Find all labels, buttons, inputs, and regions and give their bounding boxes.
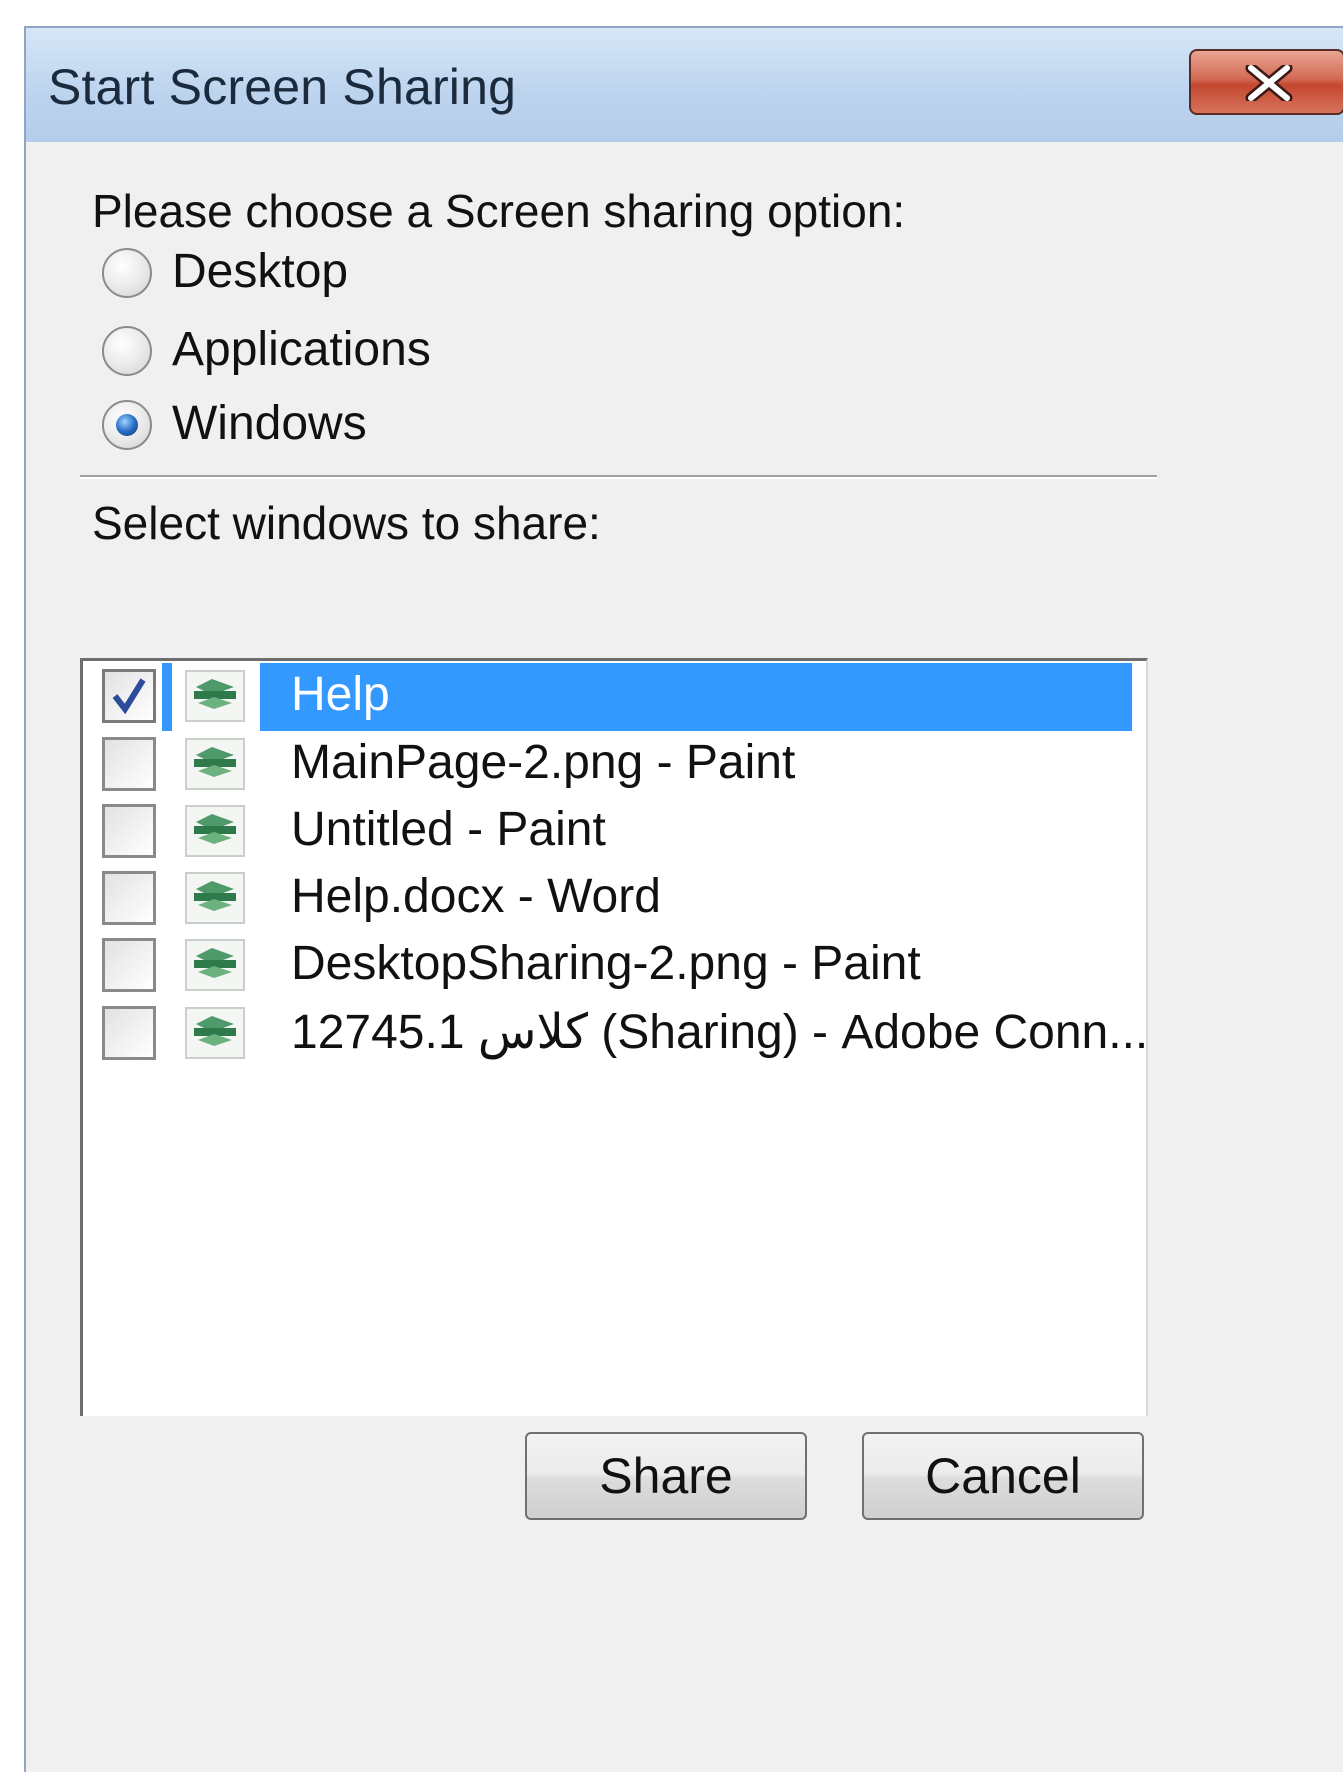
list-item[interactable]: Help — [83, 663, 1146, 731]
application-window-icon — [185, 1007, 245, 1059]
sharing-option-prompt: Please choose a Screen sharing option: — [92, 185, 906, 237]
application-window-icon — [185, 670, 245, 722]
window-checkbox[interactable] — [102, 1006, 156, 1060]
list-item[interactable]: Untitled - Paint — [83, 798, 1146, 864]
close-icon — [1245, 65, 1293, 101]
window-title: DesktopSharing-2.png - Paint — [291, 937, 921, 990]
list-item[interactable]: MainPage-2.png - Paint — [83, 731, 1146, 797]
window-title: Untitled - Paint — [291, 803, 606, 856]
cancel-button[interactable]: Cancel — [862, 1432, 1144, 1520]
radio-label-applications: Applications — [172, 323, 431, 376]
application-window-icon — [185, 872, 245, 924]
window-title: Help.docx - Word — [291, 870, 661, 923]
window-checkbox[interactable] — [102, 871, 156, 925]
divider — [80, 475, 1157, 479]
select-windows-prompt: Select windows to share: — [92, 497, 601, 549]
application-window-icon — [185, 939, 245, 991]
list-item[interactable]: DesktopSharing-2.png - Paint — [83, 932, 1146, 998]
radio-button[interactable] — [102, 248, 152, 298]
application-window-icon — [185, 738, 245, 790]
radio-label-windows: Windows — [172, 397, 367, 450]
window-title: 12745.1 کلاس (Sharing) - Adobe Conn... — [291, 1006, 1149, 1059]
window-checkbox[interactable] — [102, 737, 156, 791]
windows-listbox[interactable]: Help MainPage-2.png - Paint Untitled - P… — [80, 658, 1148, 1416]
radio-label-desktop: Desktop — [172, 245, 349, 298]
radio-button-selected[interactable] — [102, 400, 152, 450]
close-button[interactable] — [1189, 49, 1343, 115]
window-checkbox[interactable] — [102, 804, 156, 858]
window-checkbox[interactable] — [102, 938, 156, 992]
title-bar[interactable]: Start Screen Sharing — [26, 28, 1343, 142]
start-screen-sharing-dialog: Start Screen Sharing Please choose a Scr… — [24, 26, 1343, 1772]
share-button[interactable]: Share — [525, 1432, 807, 1520]
window-title: Help — [291, 668, 390, 721]
window-checkbox[interactable] — [102, 669, 156, 723]
radio-button[interactable] — [102, 326, 152, 376]
application-window-icon — [185, 805, 245, 857]
list-item[interactable]: Help.docx - Word — [83, 865, 1146, 931]
checkmark-icon — [112, 678, 146, 715]
list-item[interactable]: 12745.1 کلاس (Sharing) - Adobe Conn... — [83, 1000, 1149, 1066]
window-title: Start Screen Sharing — [48, 59, 517, 115]
window-title: MainPage-2.png - Paint — [291, 736, 796, 789]
